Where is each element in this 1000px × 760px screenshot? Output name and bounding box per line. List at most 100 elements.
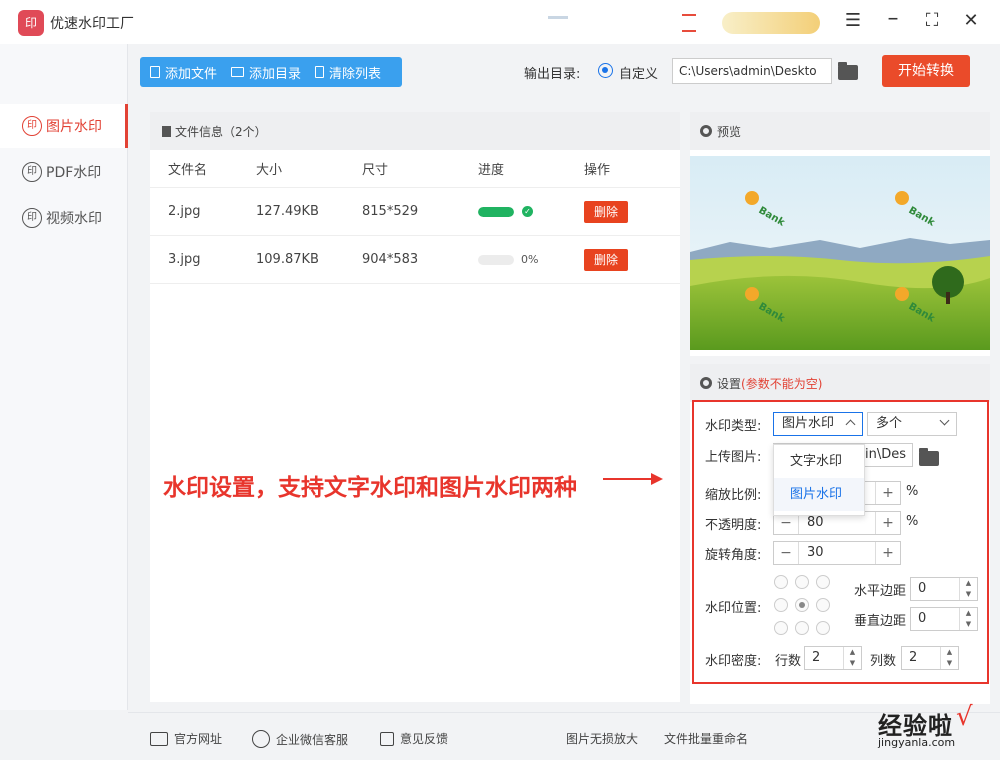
percent-sign: % [906,484,919,499]
sidebar-item-label: 图片水印 [46,119,102,135]
vertical-margin-value[interactable]: 0 [918,611,926,626]
browse-folder-icon[interactable] [919,448,939,466]
horizontal-margin-spinner[interactable]: 0 ▲ ▼ [910,577,978,601]
delete-button[interactable]: 删除 [584,200,628,223]
custom-dir-radio[interactable] [598,63,613,78]
custom-dir-radio-label[interactable]: 自定义 [619,63,658,82]
website-icon [150,731,168,746]
add-directory-button[interactable]: 添加目录 [231,63,301,82]
footer-feedback-link[interactable]: 意见反馈 [380,730,448,747]
increment-button[interactable]: + [876,482,900,504]
increment-button[interactable]: + [876,542,900,564]
output-dir-label: 输出目录: [524,67,581,82]
horizontal-margin-value[interactable]: 0 [918,581,926,596]
preview-title: 预览 [717,124,742,139]
file-progress: ✓ [478,206,584,217]
dropdown-option-image-watermark[interactable]: 图片水印 [774,478,864,511]
position-bottom-left[interactable] [774,621,788,635]
watermark-count-value: 多个 [876,416,903,431]
watermark-count-select[interactable]: 多个 [867,412,957,436]
file-dims: 904*583 [362,252,419,267]
rows-value[interactable]: 2 [812,650,820,665]
scale-label: 缩放比例: [705,488,762,503]
file-size: 127.49KB [256,204,319,219]
decrement-button[interactable]: − [774,542,798,564]
rows-spinner[interactable]: 2 ▲ ▼ [804,646,862,670]
settings-title: 设置 [717,376,742,391]
position-top-center[interactable] [795,575,809,589]
output-path-input[interactable] [672,58,832,84]
watermark-type-select[interactable]: 图片水印 [773,412,863,436]
spin-up-icon[interactable]: ▲ [941,647,958,658]
vertical-margin-label: 垂直边距 [854,614,907,629]
position-bottom-right[interactable] [816,621,830,635]
spin-up-icon[interactable]: ▲ [844,647,861,658]
vertical-margin-spinner[interactable]: 0 ▲ ▼ [910,607,978,631]
spin-up-icon[interactable]: ▲ [960,608,977,619]
start-convert-button[interactable]: 开始转换 [882,55,970,87]
settings-header: 设置 (参数不能为空) [690,364,990,402]
close-icon[interactable]: ✕ [958,8,984,34]
menu-icon[interactable]: ☰ [840,8,866,34]
file-progress: 0% [478,253,584,266]
spin-down-icon[interactable]: ▼ [941,658,958,669]
footer-rename-link[interactable]: 文件批量重命名 [664,730,748,747]
spin-up-icon[interactable]: ▲ [960,578,977,589]
footer-lossless-link[interactable]: 图片无损放大 [566,730,638,747]
sidebar-item-image-watermark[interactable]: 印 图片水印 [0,104,128,148]
sidebar-item-pdf-watermark[interactable]: 印 PDF水印 [0,150,128,194]
progress-fill [478,206,514,217]
position-top-left[interactable] [774,575,788,589]
sidebar-item-video-watermark[interactable]: 印 视频水印 [0,196,128,240]
feedback-icon [380,731,394,746]
app-title: 优速水印工厂 [50,16,134,32]
clear-list-button[interactable]: 清除列表 [315,63,381,82]
sidebar-item-label: 视频水印 [46,211,102,227]
table-header: 文件名 大小 尺寸 进度 操作 [150,150,680,188]
position-middle-left[interactable] [774,598,788,612]
increment-button[interactable]: + [876,512,900,534]
spin-down-icon[interactable]: ▼ [960,619,977,630]
columns-spinner[interactable]: 2 ▲ ▼ [901,646,959,670]
add-file-button[interactable]: 添加文件 [150,63,217,82]
file-icon [150,66,160,78]
position-center[interactable] [795,598,809,612]
preview-panel: 预览 Bank Bank Bank Bank [690,112,990,356]
columns-value[interactable]: 2 [909,650,917,665]
file-panel-header: 文件信息（2个） [150,112,680,150]
vip-badge[interactable] [722,12,820,34]
spin-down-icon[interactable]: ▼ [960,589,977,600]
sidebar-item-label: PDF水印 [46,165,102,181]
rotation-value[interactable]: 30 [798,542,876,564]
footer-website-link[interactable]: 官方网址 [150,730,222,747]
dropdown-option-text-watermark[interactable]: 文字水印 [774,445,864,478]
rotation-label: 旋转角度: [705,548,762,563]
spin-down-icon[interactable]: ▼ [844,658,861,669]
titlebar-promo-icon[interactable] [682,14,696,32]
footer-website-label: 官方网址 [174,732,223,746]
table-row[interactable]: 2.jpg 127.49KB 815*529 ✓ 删除 [150,188,680,236]
position-bottom-center[interactable] [795,621,809,635]
maximize-icon[interactable]: ⛶ [919,8,945,34]
watermark-type-dropdown: 文字水印 图片水印 [773,444,865,516]
position-middle-right[interactable] [816,598,830,612]
browse-folder-icon[interactable] [838,62,858,80]
upload-image-label: 上传图片: [705,450,762,465]
watermark-type-value: 图片水印 [782,416,835,431]
position-top-right[interactable] [816,575,830,589]
progress-bar [478,254,514,265]
rotation-stepper[interactable]: − 30 + [773,541,901,565]
stamp-icon: 印 [22,116,42,136]
progress-percent: 0% [521,253,539,266]
column-header-size: 大小 [256,163,283,178]
table-row[interactable]: 3.jpg 109.87KB 904*583 0% 删除 [150,236,680,284]
gear-icon [700,125,712,137]
minimize-icon[interactable]: – [880,8,906,34]
delete-button[interactable]: 删除 [584,248,628,271]
settings-warning: (参数不能为空) [741,376,823,391]
chevron-up-icon [845,419,856,430]
footer-wechat-link[interactable]: 企业微信客服 [252,730,348,748]
file-dims: 815*529 [362,204,419,219]
rows-label: 行数 [775,654,802,669]
titlebar-decoration [548,16,568,19]
